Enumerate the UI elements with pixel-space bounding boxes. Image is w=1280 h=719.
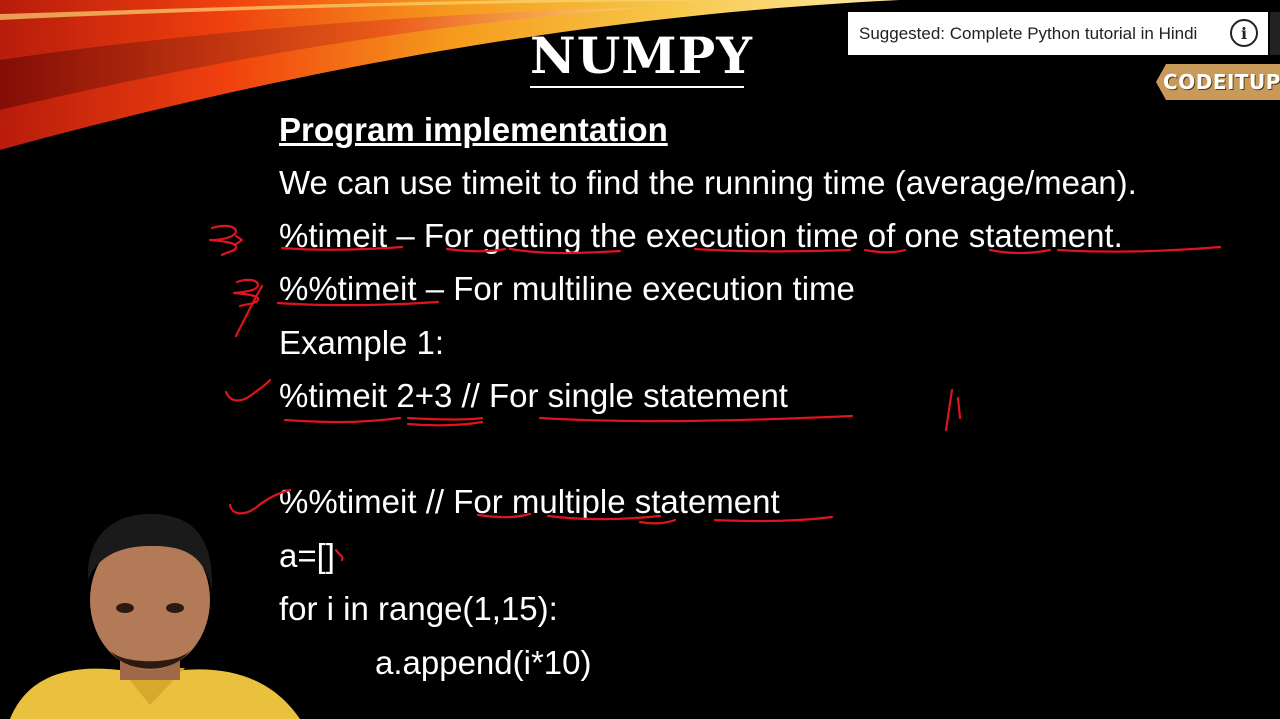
suggestion-text[interactable]: Suggested: Complete Python tutorial in H… — [859, 24, 1197, 44]
slide-line-8: for i in range(1,15): — [279, 590, 558, 627]
title-underline — [530, 86, 744, 88]
slide-title: NUMPY — [530, 26, 753, 85]
channel-logo: CODEITUP — [1156, 64, 1280, 100]
slide-line-3: %%timeit – For multiline execution time — [279, 270, 855, 307]
slide-line-1: We can use timeit to find the running ti… — [279, 164, 1137, 201]
suggestion-card[interactable]: Suggested: Complete Python tutorial in H… — [848, 12, 1268, 55]
info-icon[interactable]: i — [1230, 19, 1258, 47]
overlay-edge — [1270, 12, 1280, 55]
slide-line-2: %timeit – For getting the execution time… — [279, 217, 1123, 254]
channel-logo-text: CODEITUP — [1163, 70, 1280, 94]
slide-line-4: Example 1: — [279, 324, 445, 361]
slide-heading: Program implementation — [279, 111, 668, 148]
slide-line-5: %timeit 2+3 // For single statement — [279, 377, 788, 414]
presenter-webcam — [10, 513, 300, 719]
slide-line-6: %%timeit // For multiple statement — [279, 483, 780, 520]
slide-line-9: a.append(i*10) — [375, 644, 592, 681]
